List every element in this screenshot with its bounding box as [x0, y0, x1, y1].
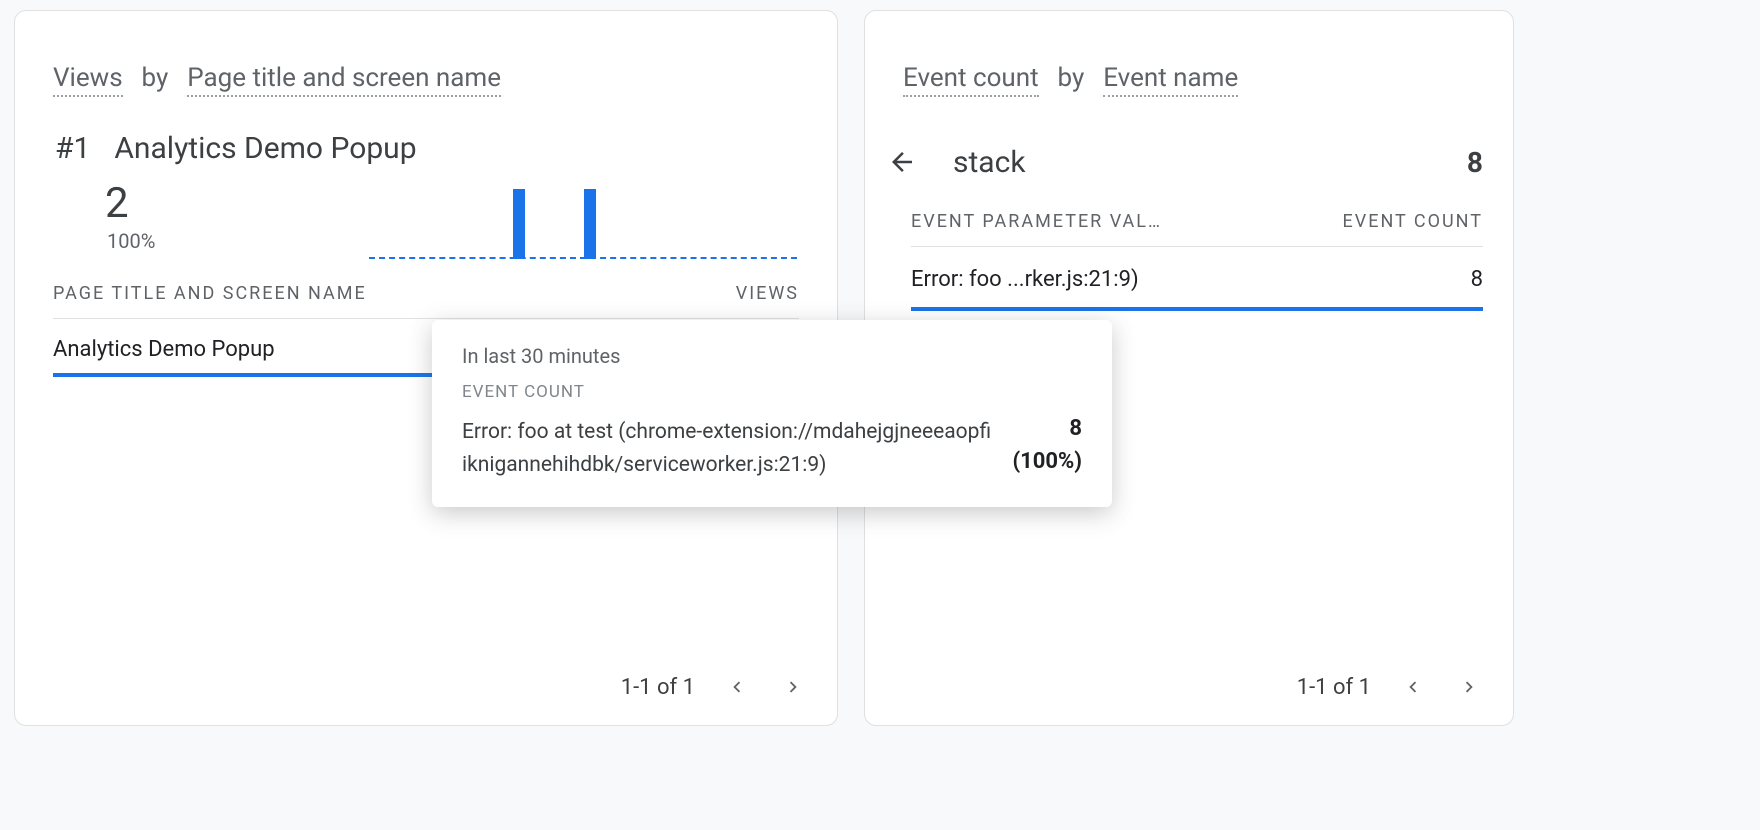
events-card-title: Event count by Event name: [903, 63, 1238, 93]
top-item-value: 2: [105, 179, 129, 228]
sparkline-bar: [584, 189, 596, 259]
views-row-highlight: [53, 373, 441, 377]
events-col-dim: EVENT PARAMETER VAL…: [911, 211, 1162, 232]
events-title-dimension[interactable]: Event name: [1103, 63, 1238, 97]
top-item-name: Analytics Demo Popup: [114, 131, 416, 166]
events-row-highlight: [911, 307, 1483, 311]
top-item-rank: #1: [55, 131, 90, 166]
views-next-button[interactable]: [779, 673, 807, 701]
views-row-label: Analytics Demo Popup: [53, 337, 275, 362]
events-row-label: Error: foo ...rker.js:21:9): [911, 267, 1139, 292]
views-pager-text: 1-1 of 1: [621, 675, 695, 700]
top-item-row: #1 Analytics Demo Popup: [55, 131, 417, 166]
chevron-right-icon: [782, 676, 804, 698]
title-by: by: [142, 63, 169, 93]
chevron-left-icon: [726, 676, 748, 698]
events-row-value: 8: [1471, 267, 1483, 292]
views-table-header: PAGE TITLE AND SCREEN NAME VIEWS: [53, 283, 799, 319]
views-pager: 1-1 of 1: [621, 673, 807, 701]
events-title-by: by: [1058, 63, 1085, 93]
events-pager-text: 1-1 of 1: [1297, 675, 1371, 700]
sparkline-bar: [513, 189, 525, 259]
event-tooltip: In last 30 minutes EVENT COUNT Error: fo…: [432, 320, 1112, 507]
title-dimension[interactable]: Page title and screen name: [187, 63, 501, 97]
tooltip-subhead: EVENT COUNT: [462, 382, 1082, 402]
events-next-button[interactable]: [1455, 673, 1483, 701]
chevron-left-icon: [1402, 676, 1424, 698]
views-col-dim: PAGE TITLE AND SCREEN NAME: [53, 283, 367, 304]
events-drilldown-header: stack 8: [881, 141, 1483, 183]
tooltip-error-text: Error: foo at test (chrome-extension://m…: [462, 416, 994, 481]
views-sparkline: [369, 189, 797, 259]
events-table-header: EVENT PARAMETER VAL… EVENT COUNT: [911, 211, 1483, 247]
sparkline-baseline: [369, 257, 797, 259]
views-table-row[interactable]: Analytics Demo Popup: [53, 337, 441, 376]
events-pager: 1-1 of 1: [1297, 673, 1483, 701]
chevron-right-icon: [1458, 676, 1480, 698]
arrow-left-icon: [887, 147, 917, 177]
tooltip-timeframe: In last 30 minutes: [462, 344, 1082, 368]
events-col-metric: EVENT COUNT: [1343, 211, 1483, 232]
events-table-row[interactable]: Error: foo ...rker.js:21:9) 8: [911, 267, 1483, 306]
tooltip-count: 8: [1012, 416, 1082, 441]
events-title-metric[interactable]: Event count: [903, 63, 1039, 97]
views-card-title: Views by Page title and screen name: [53, 63, 501, 93]
events-prev-button[interactable]: [1399, 673, 1427, 701]
drilldown-name: stack: [953, 145, 1026, 180]
views-col-metric: VIEWS: [736, 283, 799, 304]
top-item-percent: 100%: [107, 229, 155, 253]
tooltip-percent: (100%): [1012, 449, 1082, 474]
views-prev-button[interactable]: [723, 673, 751, 701]
back-button[interactable]: [881, 141, 923, 183]
drilldown-count: 8: [1467, 146, 1483, 179]
title-metric[interactable]: Views: [53, 63, 123, 97]
